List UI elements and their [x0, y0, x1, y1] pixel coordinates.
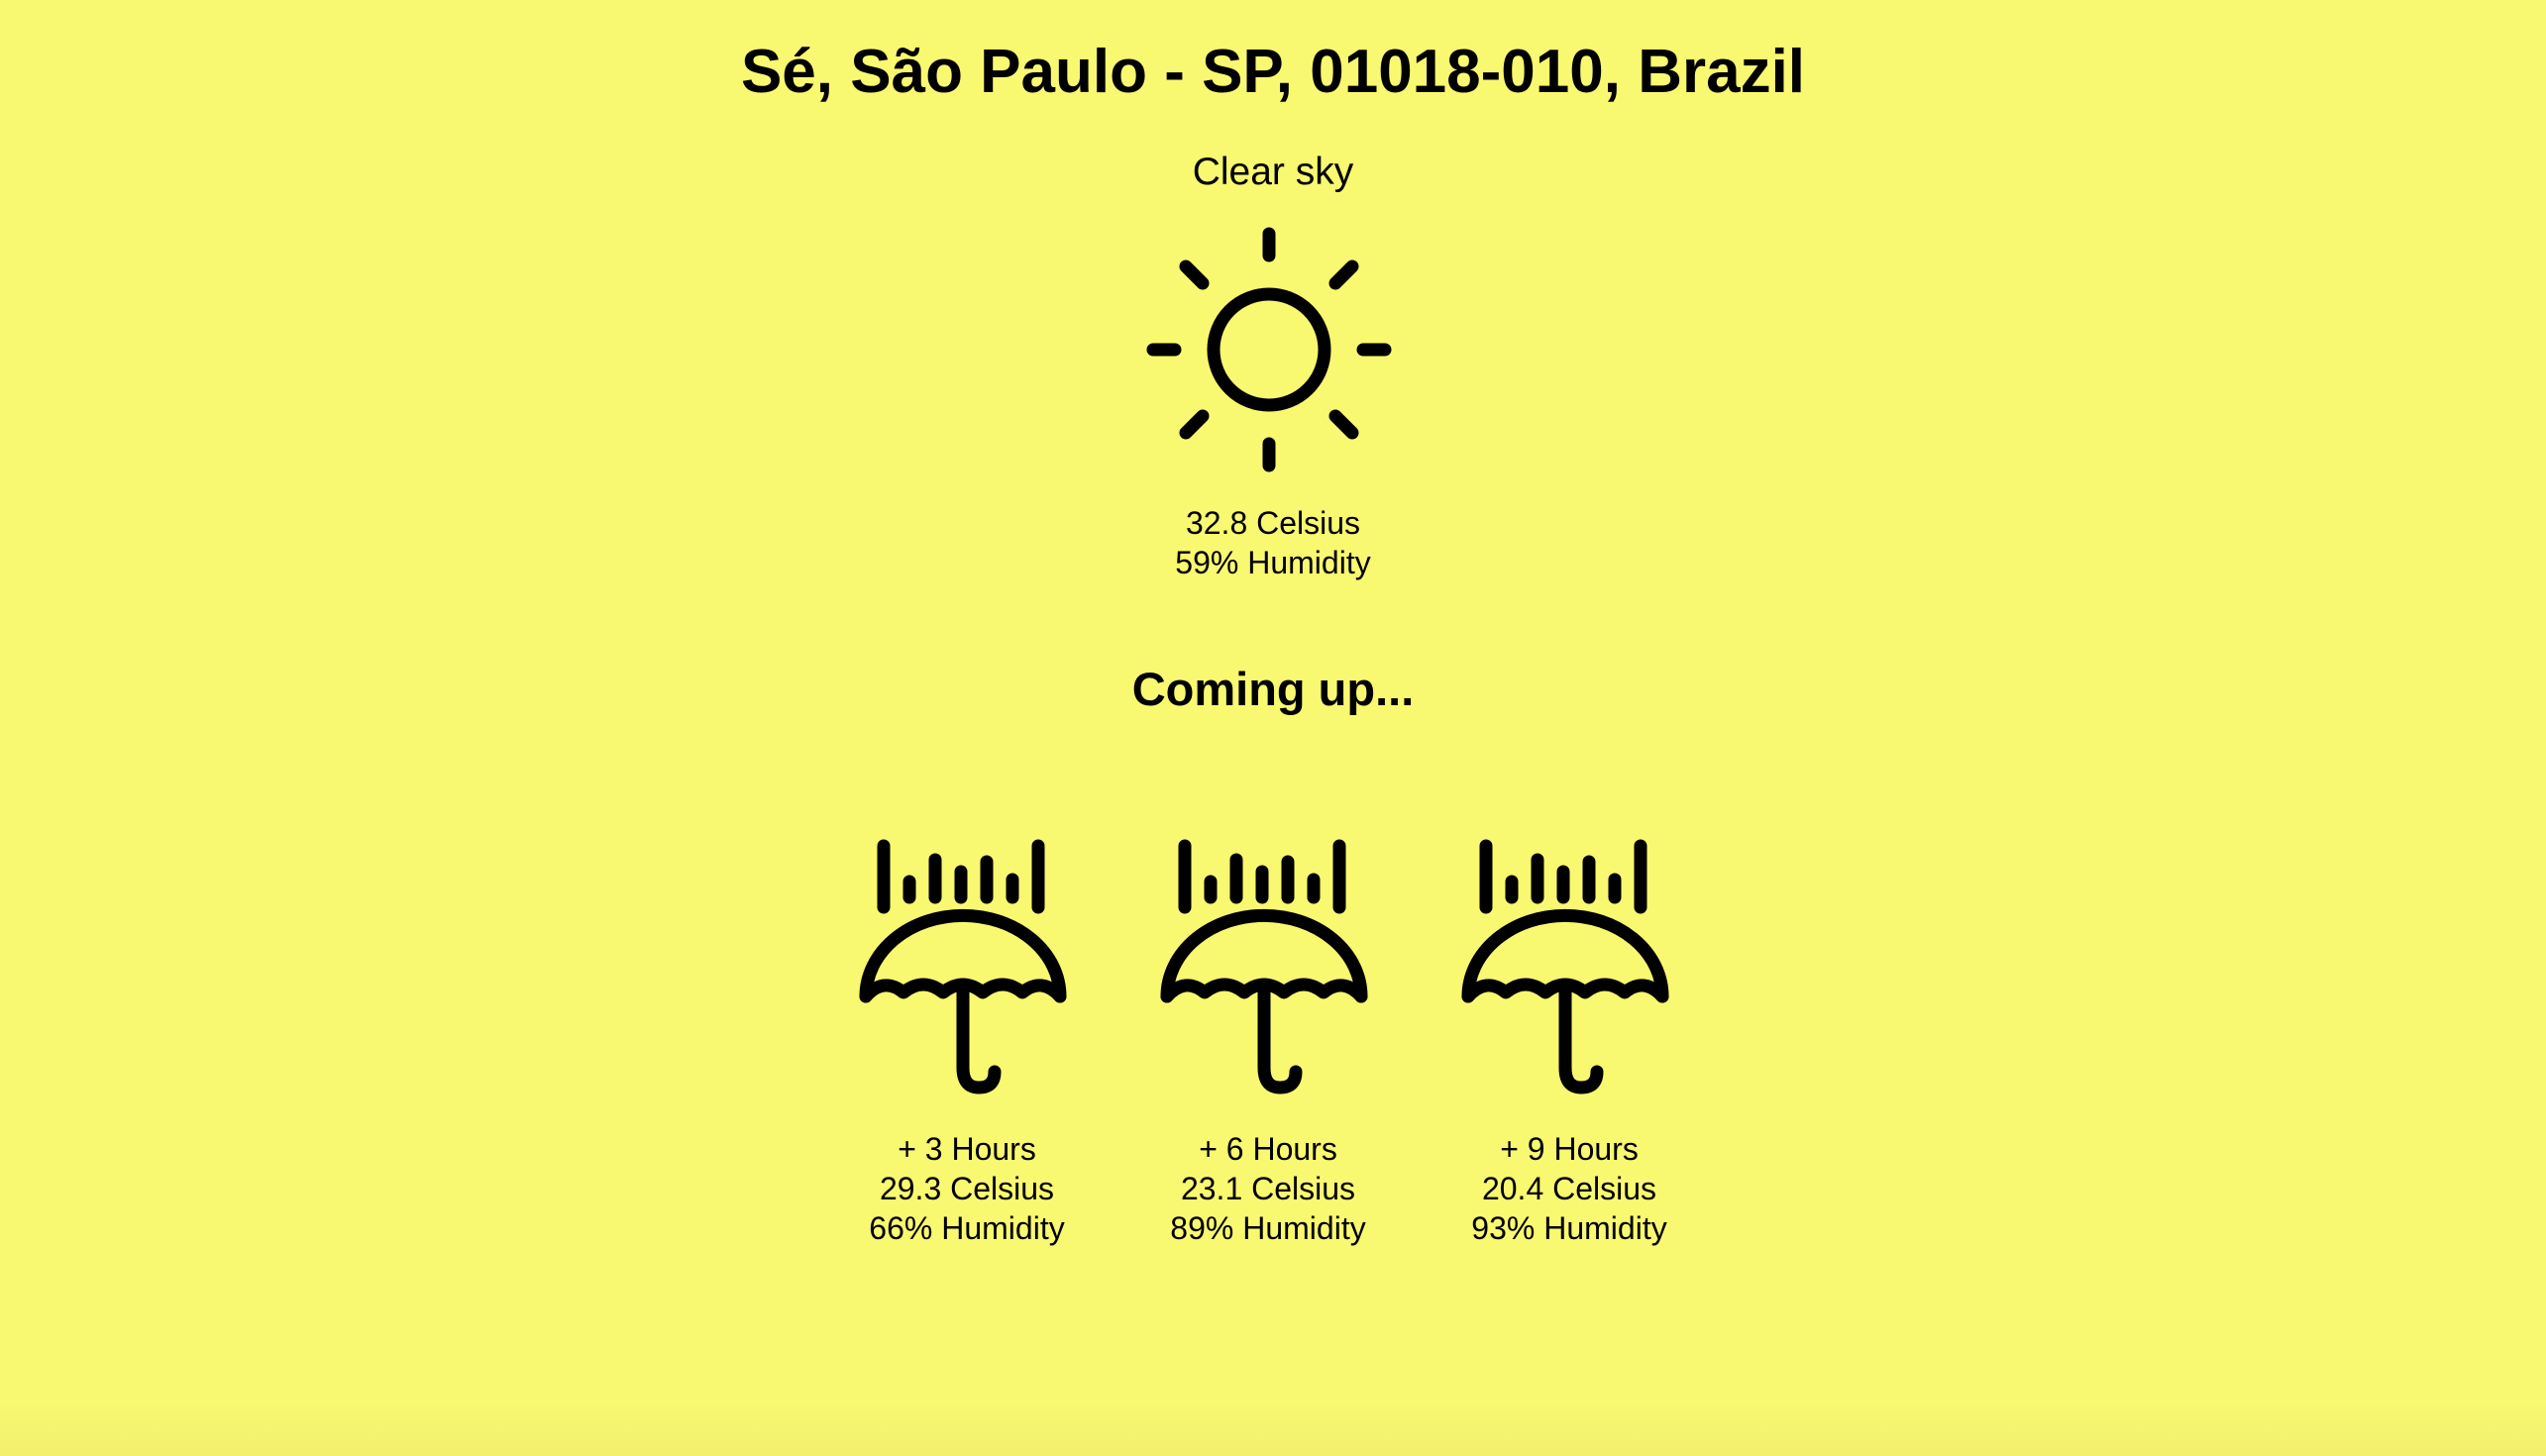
forecast-humidity: 66% Humidity [869, 1210, 1065, 1246]
umbrella-rain-icon [859, 839, 1067, 1094]
bottom-edge [0, 1403, 2546, 1456]
current-stats: 32.8 Celsius 59% Humidity [0, 503, 2546, 582]
location-title: Sé, São Paulo - SP, 01018-010, Brazil [740, 38, 1806, 106]
forecast-card: + 3 Hours 29.3 Celsius 66% Humidity [816, 832, 1117, 1248]
forecast-temperature: 29.3 Celsius [879, 1171, 1055, 1206]
sun-icon [1146, 227, 1392, 472]
forecast-offset: + 6 Hours [1199, 1131, 1337, 1167]
forecast-card: + 6 Hours 23.1 Celsius 89% Humidity [1117, 832, 1419, 1248]
forecast-offset: + 9 Hours [1500, 1131, 1639, 1167]
forecast-card: + 9 Hours 20.4 Celsius 93% Humidity [1419, 832, 1720, 1248]
current-humidity: 59% Humidity [1175, 545, 1371, 580]
current-temperature: 32.8 Celsius [1185, 505, 1361, 541]
umbrella-rain-icon [1160, 839, 1368, 1094]
forecast-offset: + 3 Hours [898, 1131, 1036, 1167]
forecast-humidity: 93% Humidity [1471, 1210, 1667, 1246]
forecast-temperature: 23.1 Celsius [1180, 1171, 1356, 1206]
forecast-temperature: 20.4 Celsius [1481, 1171, 1657, 1206]
coming-up-heading: Coming up... [1131, 663, 1415, 715]
forecast-humidity: 89% Humidity [1170, 1210, 1366, 1246]
umbrella-rain-icon [1461, 839, 1669, 1094]
weather-page: Sé, São Paulo - SP, 01018-010, Brazil Cl… [0, 0, 2546, 1456]
current-condition: Clear sky [1192, 151, 1354, 193]
